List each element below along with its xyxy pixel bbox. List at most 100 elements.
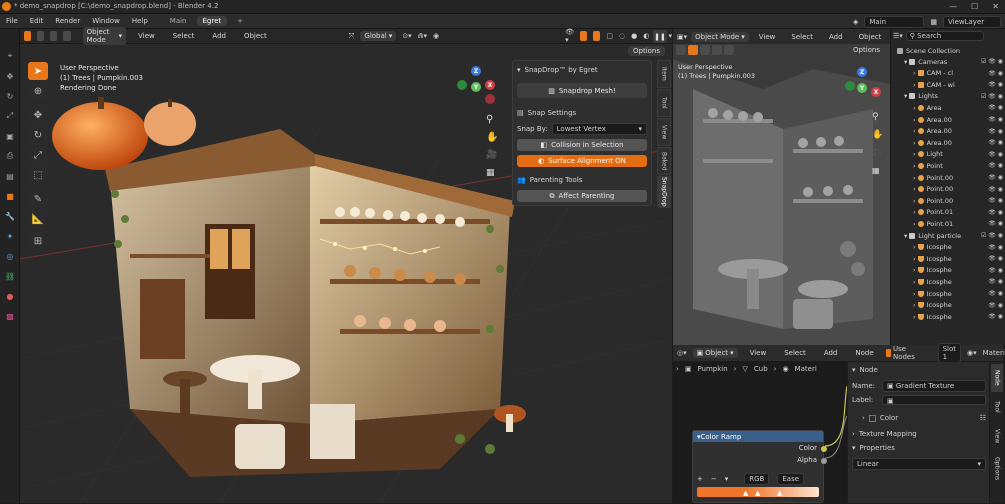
row-visibility-controls[interactable]: 👁 ◉ bbox=[988, 209, 1003, 216]
list-icon[interactable]: ☷ bbox=[980, 414, 986, 422]
menu-window[interactable]: Window bbox=[86, 17, 126, 25]
expand-chevron-icon[interactable]: › bbox=[913, 139, 916, 147]
editor-type-icon[interactable]: ▣▾ bbox=[677, 33, 687, 41]
collision-in-selection-button[interactable]: ◧ Collision in Selection bbox=[517, 139, 647, 151]
use-nodes-checkbox[interactable]: Use Nodes bbox=[885, 345, 918, 361]
outliner-row-mesh[interactable]: › Icosphe 👁 ◉ bbox=[891, 242, 1005, 253]
outliner-row-mesh[interactable]: › Icosphe 👁 ◉ bbox=[891, 300, 1005, 311]
ne-menu-add[interactable]: Add bbox=[818, 349, 844, 357]
texture-icon[interactable]: ▩ bbox=[3, 309, 17, 323]
row-visibility-controls[interactable]: 👁 ◉ bbox=[988, 290, 1003, 297]
color-checkbox[interactable] bbox=[868, 414, 876, 422]
gizmo-x-axis-2[interactable]: X bbox=[871, 87, 881, 97]
shader-type-dropdown[interactable]: ▣ Object ▾ bbox=[692, 348, 738, 358]
zoom-icon-2[interactable]: ⚲ bbox=[872, 112, 879, 122]
constraints-icon[interactable]: ⛓ bbox=[3, 269, 17, 283]
snap-settings-header[interactable]: ▤ Snap Settings bbox=[517, 107, 647, 119]
texture-mapping-header[interactable]: › Texture Mapping bbox=[852, 428, 986, 440]
gizmo-z-axis-2[interactable]: Z bbox=[857, 67, 867, 77]
vp-menu-add[interactable]: Add bbox=[206, 32, 232, 40]
row-visibility-controls[interactable]: 👁 ◉ bbox=[988, 244, 1003, 251]
tab-tool[interactable]: Tool bbox=[657, 89, 671, 117]
ne-menu-node[interactable]: Node bbox=[849, 349, 879, 357]
measure-tool-icon[interactable]: 📐 bbox=[28, 210, 48, 228]
gizmo-toggle-icon[interactable] bbox=[580, 31, 588, 41]
vp-menu-view[interactable]: View bbox=[132, 32, 161, 40]
select-mode-icon[interactable] bbox=[50, 31, 58, 41]
row-visibility-controls[interactable]: 👁 ◉ bbox=[988, 139, 1003, 146]
expand-chevron-icon[interactable]: › bbox=[913, 197, 916, 205]
expand-chevron-icon[interactable]: › bbox=[913, 243, 916, 251]
snapdrop-header[interactable]: ▾ SnapDrop™ by Egret bbox=[517, 64, 647, 76]
add-workspace-button[interactable]: + bbox=[231, 16, 249, 26]
tab-node[interactable]: Node bbox=[991, 364, 1003, 392]
vp2-menu-add[interactable]: Add bbox=[823, 33, 849, 41]
outliner-row-light[interactable]: › Point.01 👁 ◉ bbox=[891, 207, 1005, 218]
move-tool-icon[interactable]: ✥ bbox=[28, 106, 48, 124]
vp2-menu-object[interactable]: Object bbox=[853, 33, 888, 41]
color-mode-dropdown[interactable]: RGB bbox=[744, 473, 770, 485]
minimize-button[interactable]: — bbox=[949, 2, 957, 11]
outliner-row-camera[interactable]: › CAM - cl 👁 ◉ bbox=[891, 68, 1005, 79]
expand-chevron-icon[interactable]: › bbox=[913, 174, 916, 182]
outliner-row-light[interactable]: › Point.00 👁 ◉ bbox=[891, 184, 1005, 195]
expand-chevron-icon[interactable]: › bbox=[913, 266, 916, 274]
expand-chevron-icon[interactable]: ▾ bbox=[904, 232, 907, 240]
pivot-icon[interactable]: ⊙▾ bbox=[402, 32, 411, 40]
expand-chevron-icon[interactable]: › bbox=[913, 69, 916, 77]
outliner-row-mesh[interactable]: › Icosphe 👁 ◉ bbox=[891, 265, 1005, 276]
node-name-field[interactable]: ▣ Gradient Texture bbox=[882, 380, 986, 392]
row-visibility-controls[interactable]: 👁 ◉ bbox=[988, 128, 1003, 135]
maximize-button[interactable]: ☐ bbox=[971, 2, 978, 11]
row-visibility-controls[interactable]: 👁 ◉ bbox=[988, 313, 1003, 320]
cursor-tool-icon[interactable]: ⌖ bbox=[3, 49, 17, 63]
row-visibility-controls[interactable]: 👁 ◉ bbox=[988, 81, 1003, 88]
scene-selector[interactable]: Main bbox=[864, 15, 925, 28]
gizmo-y-axis-2[interactable]: Y bbox=[857, 83, 867, 93]
breadcrumb-object[interactable]: Pumpkin bbox=[697, 365, 727, 373]
color-socket-icon[interactable] bbox=[821, 446, 827, 452]
expand-chevron-icon[interactable]: › bbox=[913, 162, 916, 170]
expand-chevron-icon[interactable]: ▾ bbox=[904, 92, 907, 100]
tab-tool-node[interactable]: Tool bbox=[991, 393, 1003, 421]
vp-menu-object[interactable]: Object bbox=[238, 32, 273, 40]
row-visibility-controls[interactable]: 👁 ◉ bbox=[988, 104, 1003, 111]
row-visibility-controls[interactable]: 👁 ◉ bbox=[988, 220, 1003, 227]
row-visibility-controls[interactable]: 👁 ◉ bbox=[988, 186, 1003, 193]
expand-chevron-icon[interactable]: › bbox=[913, 255, 916, 263]
row-visibility-controls[interactable]: ☑ 👁 ◉ bbox=[981, 93, 1003, 100]
select-box-icon-2[interactable] bbox=[688, 45, 698, 55]
expand-chevron-icon[interactable]: › bbox=[913, 290, 916, 298]
outliner-row-collection[interactable]: ▾ Lights ☑ 👁 ◉ bbox=[891, 91, 1005, 102]
ortho-grid-icon[interactable]: ▦ bbox=[486, 168, 495, 178]
outliner-row-mesh[interactable]: › Icosphe 👁 ◉ bbox=[891, 288, 1005, 299]
outliner-type-icon[interactable]: ☰▾ bbox=[893, 32, 903, 40]
slot-dropdown[interactable]: Slot 1 bbox=[937, 343, 961, 363]
select-mode-icon[interactable] bbox=[724, 45, 734, 55]
output-icon[interactable]: ⎙ bbox=[3, 149, 17, 163]
ramp-menu-icon[interactable]: ▾ bbox=[725, 475, 729, 483]
select-box-icon[interactable] bbox=[24, 31, 32, 41]
pan-hand-icon[interactable]: ✋ bbox=[486, 132, 498, 143]
select-mode-icon[interactable] bbox=[700, 45, 710, 55]
gizmo-y-axis[interactable]: Y bbox=[471, 82, 481, 92]
expand-chevron-icon[interactable]: › bbox=[913, 208, 916, 216]
expand-chevron-icon[interactable]: ▾ bbox=[904, 58, 907, 66]
rotate-tool-icon[interactable]: ↻ bbox=[28, 126, 48, 144]
snap-icon[interactable]: ⋒▾ bbox=[418, 32, 427, 40]
gizmo-y-neg-2[interactable] bbox=[845, 81, 855, 91]
tab-item[interactable]: Item bbox=[657, 60, 671, 88]
gizmo-y-neg[interactable] bbox=[457, 80, 467, 90]
annotate-tool-icon[interactable]: ✎ bbox=[28, 190, 48, 208]
row-visibility-controls[interactable]: ☑ 👁 ◉ bbox=[981, 58, 1003, 65]
properties-header[interactable]: ▾ Properties bbox=[852, 442, 986, 454]
alpha-socket-icon[interactable] bbox=[821, 458, 827, 464]
tab-baked[interactable]: Baked bbox=[657, 147, 671, 175]
zoom-icon[interactable]: ⚲ bbox=[486, 114, 493, 125]
pause-icon[interactable] bbox=[676, 45, 686, 55]
tab-view[interactable]: View bbox=[657, 118, 671, 146]
expand-chevron-icon[interactable]: › bbox=[913, 150, 916, 158]
outliner-row-light[interactable]: › Area 👁 ◉ bbox=[891, 102, 1005, 113]
outliner-row-collection[interactable]: ▾ Light particle ☑ 👁 ◉ bbox=[891, 230, 1005, 241]
row-visibility-controls[interactable]: 👁 ◉ bbox=[988, 174, 1003, 181]
